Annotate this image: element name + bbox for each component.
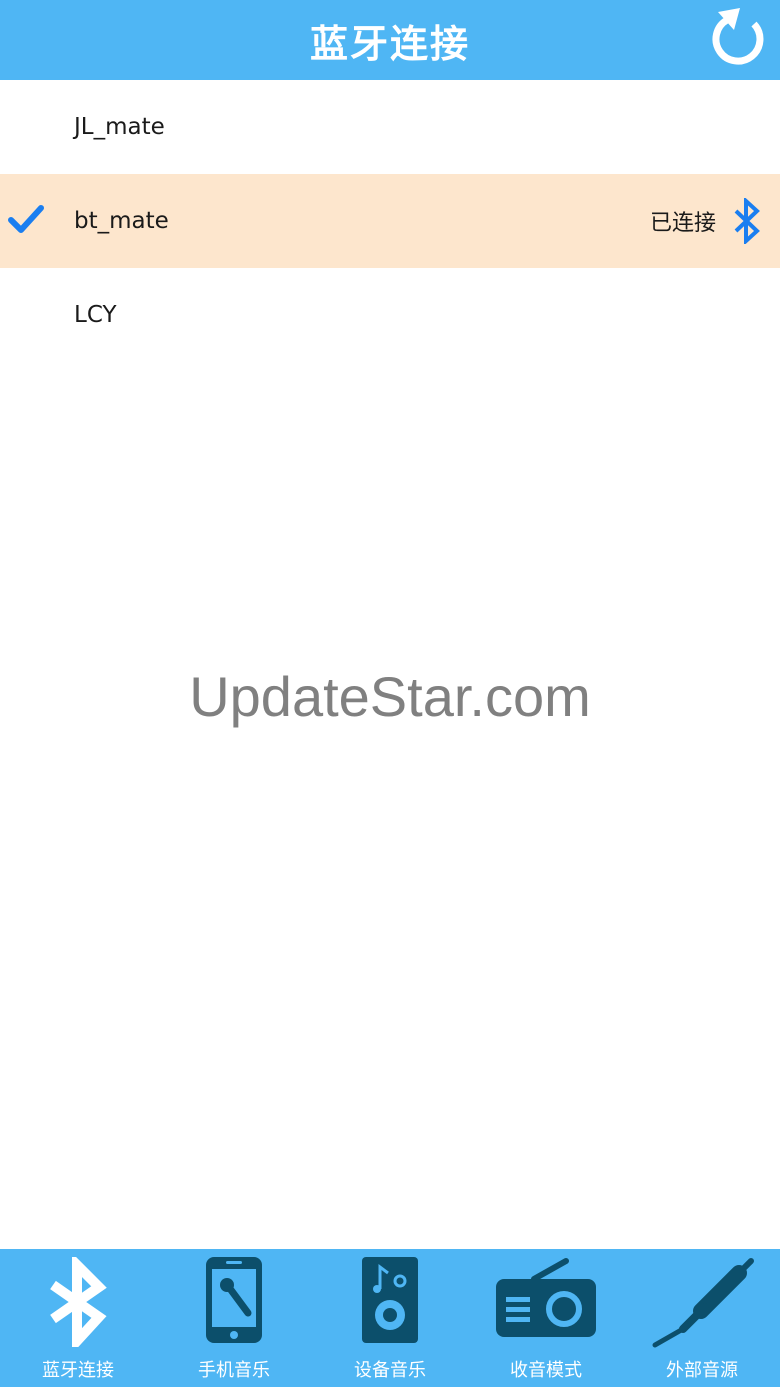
refresh-icon	[712, 8, 764, 65]
phone-microphone-icon	[206, 1257, 262, 1343]
tab-label: 外部音源	[666, 1360, 738, 1381]
device-row-lcy[interactable]: LCY	[0, 268, 780, 362]
tab-label: 手机音乐	[198, 1360, 270, 1381]
device-list: JL_mate bt_mate 已连接 LCY	[0, 80, 780, 362]
tab-bluetooth-connect[interactable]: 蓝牙连接	[0, 1249, 156, 1387]
speaker-icon	[362, 1257, 418, 1343]
audio-cable-icon	[652, 1258, 754, 1348]
radio-icon	[496, 1258, 596, 1337]
device-row-bt-mate[interactable]: bt_mate 已连接	[0, 174, 780, 268]
app-header: 蓝牙连接	[0, 0, 780, 80]
page-title: 蓝牙连接	[309, 21, 470, 66]
tab-external-source[interactable]: 外部音源	[624, 1249, 780, 1387]
tab-label: 设备音乐	[354, 1360, 426, 1381]
connection-status: 已连接	[649, 211, 716, 236]
device-row-jl-mate[interactable]: JL_mate	[0, 80, 780, 174]
bottom-tab-bar: 蓝牙连接 手机音乐 设备音乐 收音模式 外部音源	[0, 1249, 780, 1387]
tab-phone-music[interactable]: 手机音乐	[156, 1249, 312, 1387]
tab-device-music[interactable]: 设备音乐	[312, 1249, 468, 1387]
bluetooth-icon	[734, 198, 760, 244]
checkmark-icon	[8, 205, 44, 233]
tab-label: 蓝牙连接	[42, 1360, 114, 1381]
tab-label: 收音模式	[510, 1360, 582, 1381]
device-name: JL_mate	[74, 114, 165, 140]
device-name: LCY	[74, 302, 117, 328]
device-name: bt_mate	[74, 208, 169, 234]
bluetooth-icon	[50, 1257, 107, 1347]
tab-radio-mode[interactable]: 收音模式	[468, 1249, 624, 1387]
watermark-text: UpdateStar.com	[189, 665, 591, 728]
refresh-button[interactable]	[710, 6, 768, 70]
